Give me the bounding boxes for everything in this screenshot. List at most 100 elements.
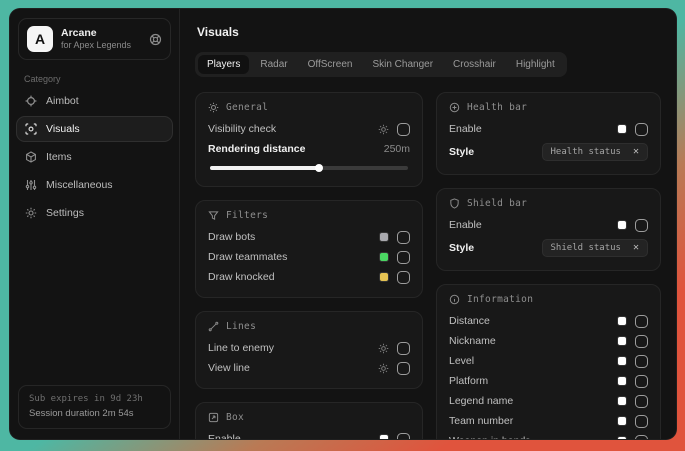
- color-swatch[interactable]: [617, 336, 627, 346]
- checkbox[interactable]: [635, 395, 648, 408]
- setting-row: Style Shield status ✕: [449, 235, 648, 260]
- checkbox[interactable]: [397, 251, 410, 264]
- checkbox[interactable]: [397, 271, 410, 284]
- style-select[interactable]: Health status ✕: [542, 143, 648, 161]
- card-general: General Visibility check: [195, 92, 423, 187]
- gear-icon[interactable]: [378, 363, 389, 374]
- checkbox[interactable]: [635, 335, 648, 348]
- setting-row: Rendering distance 250m: [208, 139, 410, 159]
- crosshair-icon: [25, 95, 37, 107]
- session-duration-text: Session duration 2m 54s: [29, 407, 160, 421]
- sidebar-item-settings[interactable]: Settings: [16, 200, 173, 226]
- slider-fill: [210, 166, 319, 170]
- setting-row: Team number: [449, 411, 648, 431]
- setting-row: Line to enemy: [208, 338, 410, 358]
- setting-label: View line: [208, 362, 250, 374]
- health-plus-icon: [449, 102, 460, 113]
- rendering-distance-slider[interactable]: [210, 166, 408, 170]
- card-filters: Filters Draw bots Draw teammates: [195, 200, 423, 298]
- checkbox[interactable]: [635, 123, 648, 136]
- color-swatch[interactable]: [617, 316, 627, 326]
- setting-label: Visibility check: [208, 123, 276, 135]
- close-icon[interactable]: ✕: [633, 243, 639, 253]
- setting-row: Weapon in hands: [449, 431, 648, 440]
- scan-eye-icon: [25, 123, 37, 135]
- checkbox[interactable]: [635, 435, 648, 441]
- main-panel: Visuals Players Radar OffScreen Skin Cha…: [180, 9, 676, 439]
- setting-row: Legend name: [449, 391, 648, 411]
- card-health-bar: Health bar Enable Style Health status: [436, 92, 661, 175]
- checkbox[interactable]: [635, 315, 648, 328]
- checkbox[interactable]: [635, 375, 648, 388]
- checkbox[interactable]: [635, 355, 648, 368]
- setting-label: Platform: [449, 375, 488, 387]
- checkbox[interactable]: [397, 123, 410, 136]
- gear-icon[interactable]: [378, 124, 389, 135]
- sliders-icon: [25, 179, 37, 191]
- tab-radar[interactable]: Radar: [251, 55, 296, 74]
- tab-players[interactable]: Players: [198, 55, 249, 74]
- color-swatch[interactable]: [617, 356, 627, 366]
- gear-icon[interactable]: [378, 343, 389, 354]
- setting-row: Distance: [449, 311, 648, 331]
- tab-crosshair[interactable]: Crosshair: [444, 55, 505, 74]
- info-icon: [449, 294, 460, 305]
- checkbox[interactable]: [397, 433, 410, 441]
- card-title: Box: [226, 412, 244, 423]
- card-header: Health bar: [449, 102, 648, 113]
- slider-thumb[interactable]: [315, 164, 323, 172]
- sidebar-item-label: Items: [46, 151, 72, 163]
- sidebar-nav: Aimbot Visuals Items: [10, 88, 179, 226]
- setting-label: Draw bots: [208, 231, 255, 243]
- slider-value: 250m: [384, 143, 410, 155]
- sidebar-item-aimbot[interactable]: Aimbot: [16, 88, 173, 114]
- checkbox[interactable]: [635, 219, 648, 232]
- box-icon: [208, 412, 219, 423]
- tab-offscreen[interactable]: OffScreen: [299, 55, 362, 74]
- app-header-card: A Arcane for Apex Legends: [18, 18, 171, 60]
- style-select-value: Shield status: [551, 243, 621, 253]
- setting-label: Rendering distance: [208, 143, 305, 155]
- setting-row: Enable: [449, 119, 648, 139]
- color-swatch[interactable]: [379, 252, 389, 262]
- tab-skin-changer[interactable]: Skin Changer: [363, 55, 442, 74]
- color-swatch[interactable]: [617, 396, 627, 406]
- tab-highlight[interactable]: Highlight: [507, 55, 564, 74]
- color-swatch[interactable]: [617, 436, 627, 440]
- checkbox[interactable]: [635, 415, 648, 428]
- color-swatch[interactable]: [617, 376, 627, 386]
- setting-label: Weapon in hands: [449, 435, 531, 440]
- setting-label: Enable: [449, 219, 482, 231]
- setting-row: Enable: [208, 429, 410, 440]
- support-icon[interactable]: [149, 33, 162, 46]
- checkbox[interactable]: [397, 231, 410, 244]
- sidebar-item-visuals[interactable]: Visuals: [16, 116, 173, 142]
- style-select[interactable]: Shield status ✕: [542, 239, 648, 257]
- color-swatch[interactable]: [617, 220, 627, 230]
- color-swatch[interactable]: [379, 232, 389, 242]
- sidebar-item-miscellaneous[interactable]: Miscellaneous: [16, 172, 173, 198]
- sidebar-item-label: Settings: [46, 207, 84, 219]
- setting-label: Legend name: [449, 395, 513, 407]
- color-swatch[interactable]: [379, 434, 389, 440]
- setting-row: Draw bots: [208, 227, 410, 247]
- visuals-tabbar: Players Radar OffScreen Skin Changer Cro…: [195, 52, 567, 77]
- color-swatch[interactable]: [379, 272, 389, 282]
- card-information: Information Distance Nickname: [436, 284, 661, 440]
- setting-label: Distance: [449, 315, 490, 327]
- checkbox[interactable]: [397, 362, 410, 375]
- color-swatch[interactable]: [617, 124, 627, 134]
- card-header: Box: [208, 412, 410, 423]
- sidebar-item-items[interactable]: Items: [16, 144, 173, 170]
- setting-label: Team number: [449, 415, 513, 427]
- close-icon[interactable]: ✕: [633, 147, 639, 157]
- card-header: Lines: [208, 321, 410, 332]
- app-logo: A: [27, 26, 53, 52]
- sidebar-item-label: Aimbot: [46, 95, 79, 107]
- page-title: Visuals: [197, 25, 661, 39]
- sidebar: A Arcane for Apex Legends Category: [10, 9, 180, 439]
- color-swatch[interactable]: [617, 416, 627, 426]
- app-window: A Arcane for Apex Legends Category: [9, 8, 677, 440]
- checkbox[interactable]: [397, 342, 410, 355]
- gear-icon: [25, 207, 37, 219]
